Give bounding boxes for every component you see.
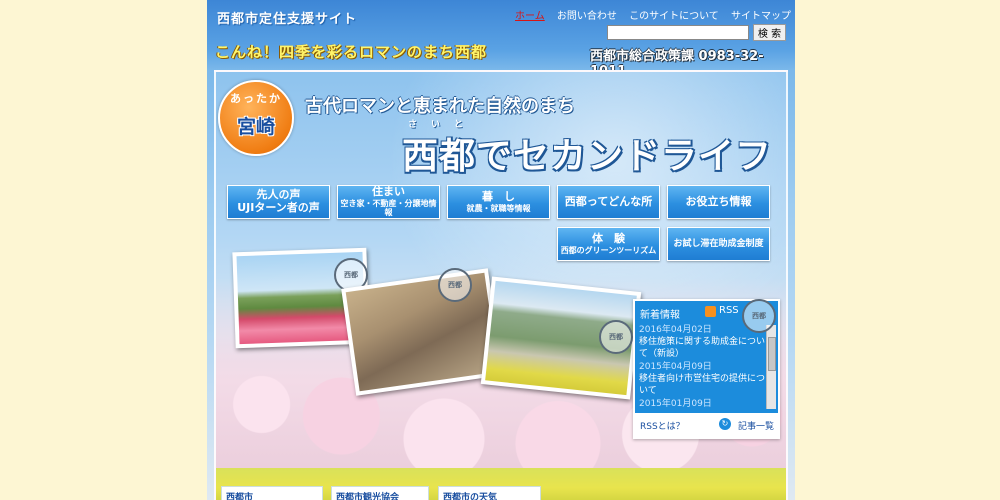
logo-main-text: 宮崎 [236,116,275,138]
nav-button-label: お試し滞在助成金制度 [673,238,764,249]
rss-about-link[interactable]: RSSとは？ [640,419,685,432]
nav-button-label: 暮 し [482,190,515,204]
banner-saito-city[interactable]: 西都市 [221,486,323,500]
search-input[interactable] [607,25,749,40]
photo-stamp-2: 西都 [438,268,472,302]
news-scrollbar[interactable] [766,325,776,409]
banner-tourism-association[interactable]: 西都市観光協会 [331,486,429,500]
photo-elders [341,268,503,396]
nav-button-about-city[interactable]: 西都ってどんな所 [557,185,660,219]
banner-weather[interactable]: 西都市の天気 [438,486,541,500]
nav-button-sublabel: UJIターン者の声 [237,201,320,214]
page-container: 西都市定住支援サイト ホーム お問い合わせ このサイトについて サイトマップ 検… [207,0,795,500]
nav-about-link[interactable]: このサイトについて [629,11,719,22]
nav-button-label: 西都ってどんな所 [564,194,653,208]
nav-button-housing[interactable]: 住まい 空き家・不動産・分譲地情報 [337,185,440,219]
rss-link[interactable]: RSS [719,305,739,316]
news-list: 2016年04月02日 移住施策に関する助成金について（新設） 2015年04月… [637,323,780,409]
nav-button-voices[interactable]: 先人の声 UJIターン者の声 [227,185,330,219]
site-title[interactable]: 西都市定住支援サイト [217,8,357,27]
hero-subtitle: 古代ロマンと恵まれた自然のまち [305,96,575,117]
nav-contact-link[interactable]: お問い合わせ [557,11,617,22]
news-date: 2015年01月09日 [639,399,712,409]
nav-button-sublabel: 空き家・不動産・分譲地情報 [340,199,437,218]
nav-button-label: お役立ち情報 [685,194,752,208]
nav-button-trial-stay[interactable]: お試し滞在助成金制度 [667,227,770,261]
nav-home-link[interactable]: ホーム [515,11,545,22]
search-button[interactable]: 検 索 [753,24,786,41]
nav-sitemap-link[interactable]: サイトマップ [731,11,791,22]
news-footer: RSSとは？ ↻ 記事一覧 [635,413,778,437]
nav-button-living[interactable]: 暮 し 就農・就職等情報 [447,185,550,219]
nav-button-useful-info[interactable]: お役立ち情報 [667,185,770,219]
nav-button-label: 住まい [372,185,405,199]
nav-button-experience[interactable]: 体 験 西都のグリーンツーリズム [557,227,660,261]
elders-image [345,272,499,392]
top-nav: ホーム お問い合わせ このサイトについて サイトマップ [506,7,791,22]
news-item-link[interactable]: 移住者向け市営住宅の提供について [639,373,768,397]
logo-top-text: あったか [230,92,282,105]
photo-stamp-3: 西都 [599,320,633,354]
nav-button-sublabel: 西都のグリーンツーリズム [560,245,657,255]
hero-banner: あったか 宮崎 古代ロマンと恵まれた自然のまち さいと 西都でセカンドライフ 先… [214,70,788,500]
news-scroll-thumb[interactable] [768,337,776,371]
news-item-link[interactable]: 移住施策に関する助成金について（新設） [639,336,768,360]
news-date: 2015年04月09日 [639,362,712,372]
news-heading: 新着情報 [640,310,680,321]
refresh-icon: ↻ [719,418,731,430]
hero-title: 西都でセカンドライフ [402,136,773,177]
attaka-miyazaki-logo: あったか 宮崎 [218,80,294,156]
news-stamp: 西都 [742,299,776,333]
tagline: こんね！四季を彩るロマンのまち西都 [215,43,488,61]
rss-icon[interactable] [705,306,716,317]
nav-button-label: 体 験 [592,232,625,246]
nav-button-sublabel: 就農・就職等情報 [466,203,531,213]
archive-link[interactable]: 記事一覧 [738,419,774,432]
